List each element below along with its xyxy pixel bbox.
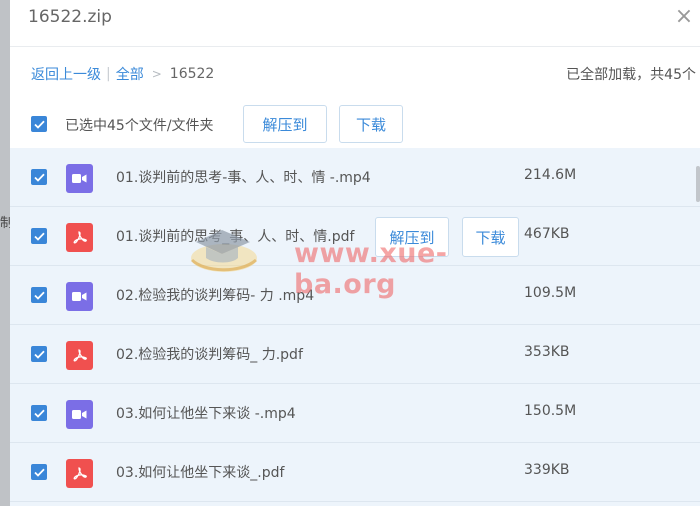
select-all-checkbox[interactable] [31, 116, 47, 132]
row-extract-to-button[interactable]: 解压到 [375, 217, 449, 257]
dialog-title: 16522.zip [28, 7, 112, 27]
file-size: 339KB [524, 462, 570, 478]
check-icon [33, 120, 45, 129]
file-size: 353KB [524, 344, 570, 360]
check-icon [33, 232, 45, 241]
all-link[interactable]: 全部 [116, 64, 144, 84]
back-link[interactable]: 返回上一级 [31, 64, 101, 84]
file-row[interactable]: 01.谈判前的思考_事、人、时、情.pdf 解压到 下载 467KB [10, 207, 700, 266]
file-name: 02.检验我的谈判筹码- 力 .mp4 [116, 288, 315, 304]
file-checkbox[interactable] [31, 346, 47, 362]
video-file-icon [66, 400, 93, 429]
extract-to-button[interactable]: 解压到 [243, 105, 327, 143]
breadcrumb: 返回上一级 | 全部 > 16522 [31, 64, 214, 84]
selection-count: 已选中45个文件/文件夹 [65, 118, 214, 134]
download-button[interactable]: 下载 [339, 105, 403, 143]
check-icon [33, 350, 45, 359]
file-checkbox[interactable] [31, 464, 47, 480]
pdf-file-icon [66, 459, 93, 488]
breadcrumb-current: 16522 [169, 66, 215, 82]
file-row[interactable]: 01.谈判前的思考-事、人、时、情 -.mp4 214.6M [10, 148, 700, 207]
breadcrumb-separator: | [106, 66, 111, 82]
breadcrumb-arrow-icon: > [151, 67, 162, 81]
check-icon [33, 468, 45, 477]
row-download-button[interactable]: 下载 [462, 217, 519, 257]
check-icon [33, 173, 45, 182]
file-row[interactable]: 02.检验我的谈判筹码_ 力.pdf 353KB [10, 325, 700, 384]
scrollbar-thumb[interactable] [696, 166, 700, 202]
file-name: 01.谈判前的思考-事、人、时、情 -.mp4 [116, 170, 371, 186]
file-row[interactable]: 02.检验我的谈判筹码- 力 .mp4 109.5M [10, 266, 700, 325]
check-icon [33, 291, 45, 300]
file-name: 01.谈判前的思考_事、人、时、情.pdf [116, 229, 355, 245]
zip-preview-dialog: 16522.zip × 返回上一级 | 全部 > 16522 已全部加载，共45… [10, 0, 700, 506]
file-checkbox[interactable] [31, 169, 47, 185]
file-list: 01.谈判前的思考-事、人、时、情 -.mp4 214.6M 01.谈判前的思考… [10, 148, 700, 506]
selection-bar: 已选中45个文件/文件夹 解压到 下载 [10, 102, 700, 148]
file-row[interactable]: 03.如何让他坐下来谈_.pdf 339KB [10, 443, 700, 502]
file-size: 467KB [524, 226, 570, 242]
file-checkbox[interactable] [31, 287, 47, 303]
file-name: 02.检验我的谈判筹码_ 力.pdf [116, 347, 303, 363]
file-size: 109.5M [524, 285, 577, 301]
header-divider [10, 46, 700, 47]
file-size: 150.5M [524, 403, 577, 419]
video-file-icon [66, 164, 93, 193]
pdf-file-icon [66, 223, 93, 252]
video-file-icon [66, 282, 93, 311]
file-checkbox[interactable] [31, 228, 47, 244]
file-name: 03.如何让他坐下来谈 -.mp4 [116, 406, 296, 422]
load-status: 已全部加载，共45个 [566, 67, 696, 83]
file-checkbox[interactable] [31, 405, 47, 421]
file-row[interactable]: 03.如何让他坐下来谈 -.mp4 150.5M [10, 384, 700, 443]
file-name: 03.如何让他坐下来谈_.pdf [116, 465, 285, 481]
close-icon[interactable]: × [674, 6, 694, 28]
background-overlay [0, 0, 10, 506]
file-size: 214.6M [524, 167, 577, 183]
check-icon [33, 409, 45, 418]
pdf-file-icon [66, 341, 93, 370]
